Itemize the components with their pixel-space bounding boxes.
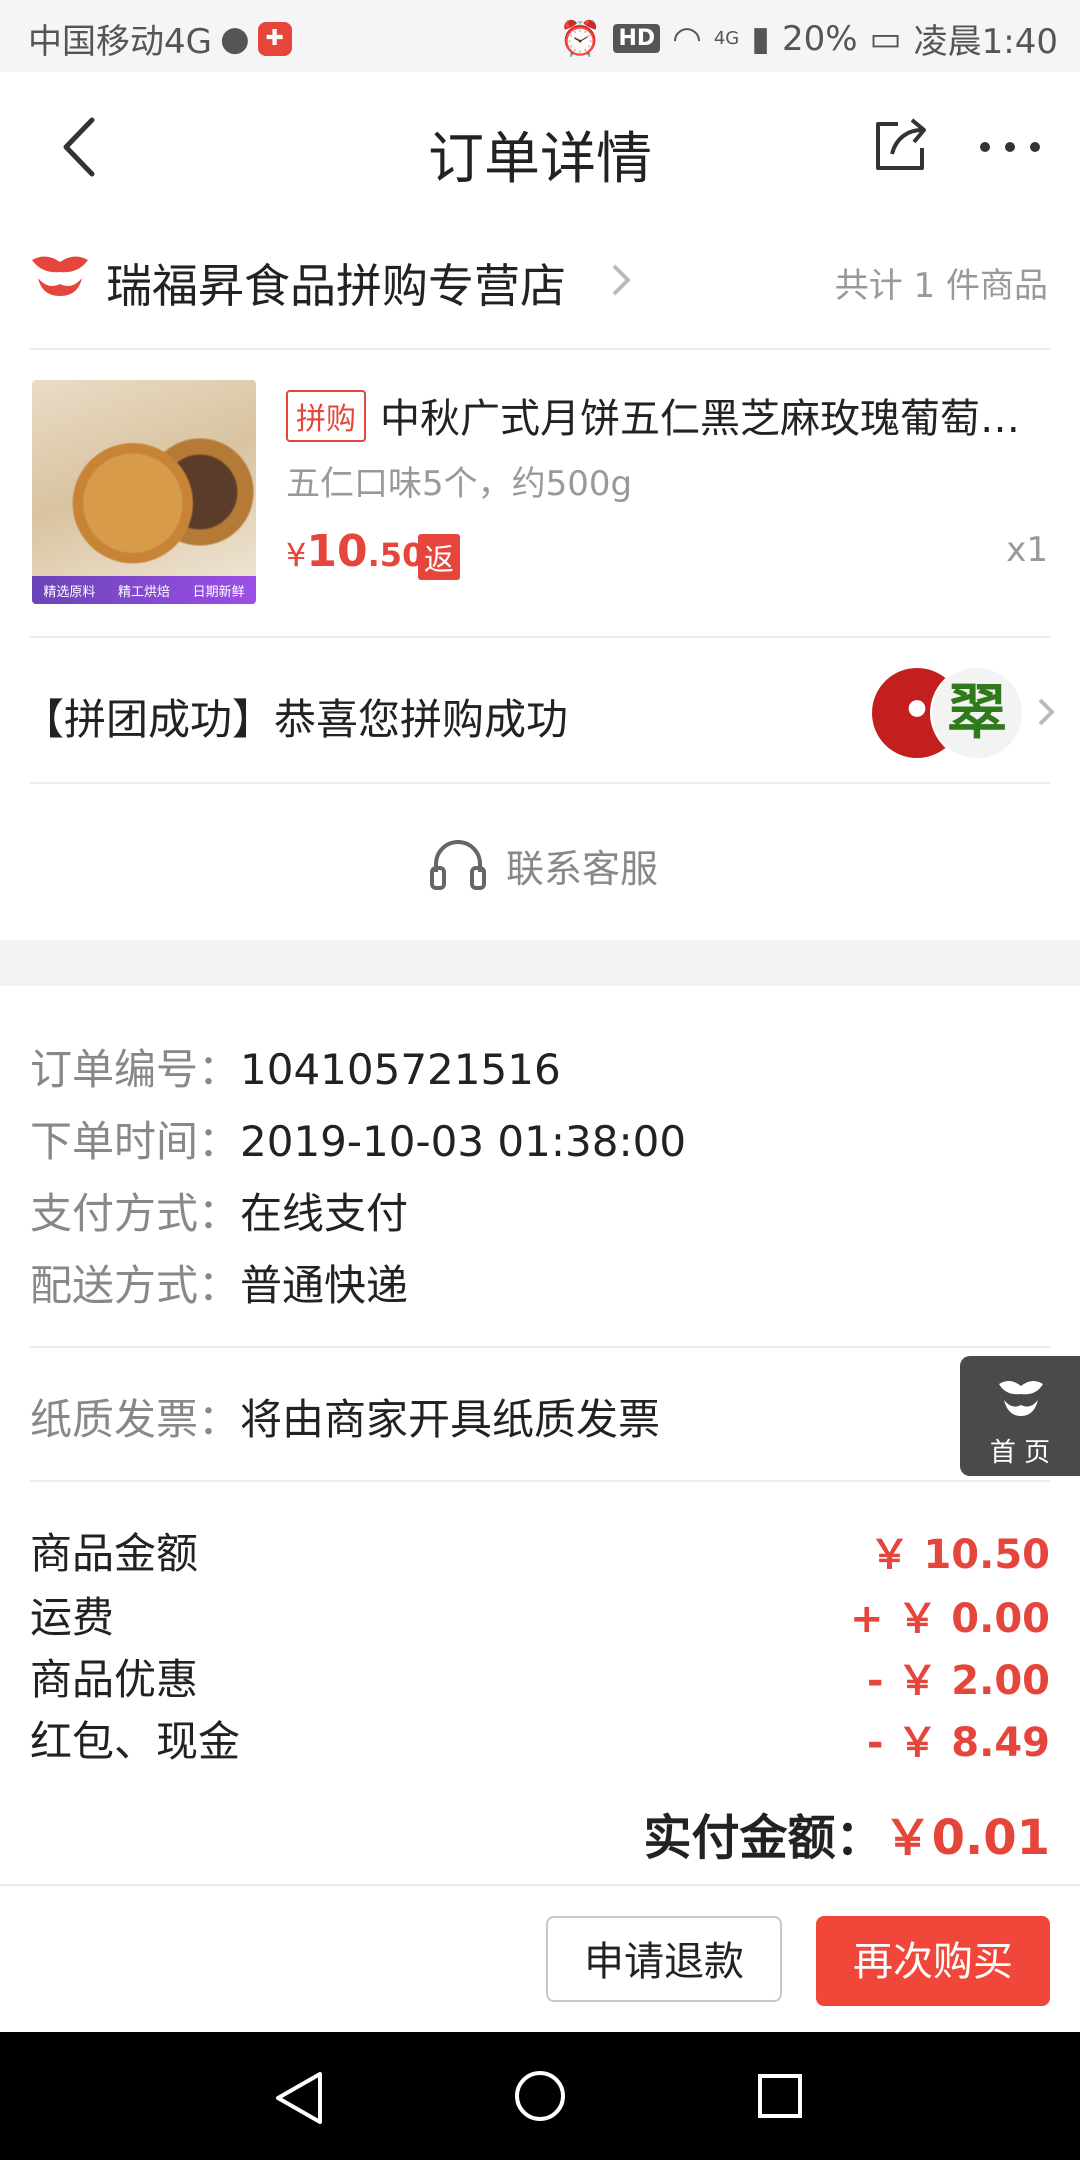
strip-label: 精选原料: [43, 584, 96, 600]
item-count: 共计 1 件商品: [834, 266, 1048, 306]
alarm-icon: ⏰: [559, 18, 602, 59]
rebate-badge: 返: [418, 534, 460, 580]
carrier-label: 中国移动4G: [28, 22, 212, 62]
order-time: 2019-10-03 01:38:00: [240, 1117, 687, 1166]
product-image[interactable]: 精选原料 精工烘焙 日期新鲜: [32, 380, 256, 604]
total-paid: 实付金额： ￥0.01: [644, 1798, 1050, 1868]
order-time-label: 下单时间：: [30, 1117, 241, 1166]
store-name: 瑞福昇食品拼购专营店: [106, 259, 566, 313]
nav-home-icon[interactable]: [512, 2068, 568, 2124]
fee-label: 红包、现金: [30, 1717, 241, 1766]
delivery-method: 普通快递: [240, 1261, 409, 1310]
fee-label: 商品优惠: [30, 1655, 199, 1704]
more-options-icon[interactable]: [975, 132, 1045, 162]
refund-button[interactable]: 申请退款: [546, 1916, 782, 2002]
buy-again-button[interactable]: 再次购买: [816, 1916, 1050, 2006]
contact-service-button[interactable]: 联系客服: [0, 784, 1080, 940]
home-label: 首 页: [989, 1438, 1051, 1468]
app-notification-icon: ✚: [257, 21, 292, 56]
fee-value: + ￥ 0.00: [849, 1596, 1050, 1642]
status-left: 中国移动4G ● ✚: [28, 14, 292, 63]
status-bar: 中国移动4G ● ✚ ⏰ HD ◠ 4G ▮ 20% ▭ 凌晨1:40: [0, 0, 1080, 72]
payment-method: 在线支付: [240, 1189, 409, 1238]
share-icon[interactable]: [870, 114, 930, 174]
signal-icon: ▮: [751, 18, 770, 59]
battery-percent: 20%: [781, 18, 858, 59]
fee-label: 运费: [30, 1593, 115, 1642]
chevron-right-icon: [1038, 698, 1055, 726]
product-item[interactable]: 精选原料 精工烘焙 日期新鲜 拼购 中秋广式月饼五仁黑芝麻玫瑰葡萄… 五仁口味5…: [0, 350, 1080, 636]
hd-badge: HD: [613, 24, 661, 53]
system-nav-bar: [0, 2032, 1080, 2160]
divider: [30, 1480, 1050, 1482]
total-paid-label: 实付金额：: [643, 1810, 884, 1866]
order-number-label: 订单编号：: [30, 1045, 241, 1094]
group-buy-tag: 拼购: [286, 390, 366, 442]
store-row[interactable]: 瑞福昇食品拼购专营店 共计 1 件商品: [0, 222, 1080, 348]
product-quantity: x1: [1006, 530, 1048, 570]
strip-label: 精工烘焙: [117, 584, 170, 600]
price-integer: 10: [306, 526, 368, 577]
store-logo-icon: [32, 256, 88, 296]
network-label: 4G: [713, 28, 740, 49]
nav-recent-apps-icon[interactable]: [756, 2072, 804, 2120]
invoice-label: 纸质发票：: [30, 1395, 241, 1444]
fee-label: 商品金额: [30, 1529, 199, 1578]
order-number-row: 订单编号：104105721516: [30, 1036, 561, 1097]
message-icon: ●: [219, 18, 250, 59]
payment-row: 支付方式：在线支付: [30, 1180, 408, 1241]
price-currency: ¥: [286, 536, 307, 574]
order-time-row: 下单时间：2019-10-03 01:38:00: [30, 1108, 686, 1169]
section-gap: [0, 940, 1080, 986]
home-floating-button[interactable]: 首 页: [960, 1356, 1080, 1476]
fee-value: - ￥ 2.00: [866, 1658, 1050, 1704]
clock: 凌晨1:40: [913, 22, 1058, 62]
fee-value: ￥ 10.50: [869, 1532, 1050, 1578]
product-image-strip: 精选原料 精工烘焙 日期新鲜: [32, 576, 256, 604]
chevron-right-icon: [612, 264, 631, 296]
fee-value: - ￥ 8.49: [866, 1720, 1050, 1766]
nav-back-icon[interactable]: [270, 2070, 330, 2126]
total-paid-value: ￥0.01: [883, 1810, 1050, 1866]
product-spec: 五仁口味5个，约500g: [286, 464, 633, 504]
action-bar: 申请退款 再次购买: [0, 1884, 1080, 2034]
product-price: ¥ 10 .50: [286, 526, 424, 577]
status-right: ⏰ HD ◠ 4G ▮ 20% ▭ 凌晨1:40: [559, 14, 1058, 63]
battery-icon: ▭: [869, 18, 902, 59]
strip-label: 日期新鲜: [192, 584, 245, 600]
invoice-info: 将由商家开具纸质发票: [240, 1395, 661, 1444]
product-title: 中秋广式月饼五仁黑芝麻玫瑰葡萄…: [380, 396, 1020, 442]
divider: [30, 1346, 1050, 1348]
group-status-text: 【拼团成功】恭喜您拼购成功: [22, 695, 569, 744]
delivery-row: 配送方式：普通快递: [30, 1252, 408, 1313]
invoice-row: 纸质发票：将由商家开具纸质发票: [30, 1386, 660, 1447]
order-number: 104105721516: [240, 1045, 561, 1094]
group-status-row[interactable]: 【拼团成功】恭喜您拼购成功 翠: [0, 638, 1080, 782]
contact-service-label: 联系客服: [506, 847, 659, 891]
nav-header: 订单详情: [0, 72, 1080, 222]
price-decimal: .50: [367, 536, 425, 574]
wifi-icon: ◠: [672, 18, 702, 59]
delivery-label: 配送方式：: [30, 1261, 241, 1310]
home-logo-icon: [999, 1380, 1043, 1416]
headset-icon: [430, 840, 486, 890]
payment-label: 支付方式：: [30, 1189, 241, 1238]
avatar: 翠: [930, 666, 1024, 760]
